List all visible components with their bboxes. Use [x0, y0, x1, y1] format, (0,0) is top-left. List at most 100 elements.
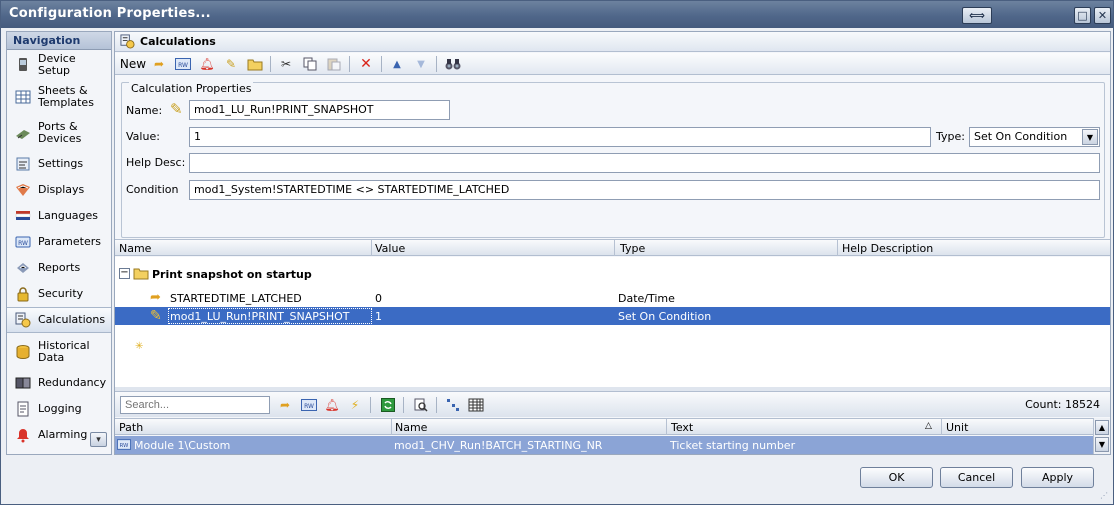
magnifier-icon: [414, 398, 428, 412]
folder-button[interactable]: [246, 56, 264, 72]
nav-item-languages[interactable]: Languages: [7, 203, 111, 229]
nav-item-security[interactable]: Security: [7, 281, 111, 307]
help-desc-field[interactable]: [189, 153, 1100, 173]
result-text: Ticket starting number: [670, 439, 796, 452]
delete-button[interactable]: ✕: [357, 56, 375, 72]
svg-text:RW: RW: [178, 62, 188, 69]
refresh-button[interactable]: [378, 396, 398, 414]
column-separator: [391, 419, 392, 435]
search-result-row[interactable]: RW Module 1\Custom mod1_CHV_Run!BATCH_ST…: [115, 436, 1093, 454]
refresh-icon: [381, 398, 395, 412]
value-field[interactable]: 1: [189, 127, 931, 147]
tree-view-icon: [447, 399, 459, 411]
column-name[interactable]: Name: [395, 421, 427, 434]
settings-icon: [16, 157, 30, 171]
move-down-button[interactable]: ▼: [412, 56, 430, 72]
preview-button[interactable]: [411, 396, 431, 414]
copy-button[interactable]: [301, 56, 319, 72]
nav-item-sheets-templates[interactable]: Sheets & Templates: [7, 82, 111, 112]
toolbar-separator: [370, 397, 371, 413]
folder-icon: [133, 268, 149, 280]
search-input[interactable]: [120, 396, 270, 414]
edit-button[interactable]: ✎: [222, 56, 240, 72]
scissors-icon: ✂: [280, 57, 292, 71]
find-button[interactable]: [444, 56, 462, 72]
calculations-icon: [15, 312, 31, 328]
folder-icon: [247, 59, 263, 70]
resize-grip-icon[interactable]: ⋰: [1100, 491, 1110, 501]
nav-item-ports-devices[interactable]: Ports & Devices: [7, 118, 111, 148]
ports-icon: [16, 130, 30, 139]
results-scrollbar[interactable]: ▲ ▼: [1093, 418, 1110, 454]
column-text[interactable]: Text: [671, 421, 693, 434]
scroll-down-button[interactable]: ▼: [1095, 437, 1109, 452]
title-bar: Configuration Properties... ⟺ □ ✕: [1, 1, 1113, 28]
group-title: Calculation Properties: [129, 82, 254, 95]
pencil-icon: ✎: [170, 100, 183, 118]
close-button[interactable]: ✕: [1094, 7, 1111, 24]
tag-arrow-icon: ➦: [279, 398, 291, 412]
result-name: mod1_CHV_Run!BATCH_STARTING_NR: [394, 439, 603, 452]
tree-view-button[interactable]: [443, 396, 463, 414]
cut-button[interactable]: ✂: [277, 56, 295, 72]
nav-item-settings[interactable]: Settings: [7, 151, 111, 177]
resize-button[interactable]: ⟺: [962, 7, 992, 24]
nav-item-label: Displays: [38, 183, 85, 196]
move-up-button[interactable]: ▲: [388, 56, 406, 72]
panel-title: Calculations: [140, 35, 216, 48]
nav-item-historical-data[interactable]: Historical Data: [7, 337, 111, 367]
group-row[interactable]: − Print snapshot on startup: [115, 265, 1110, 283]
pencil-icon: ✎: [150, 308, 162, 324]
filter-alarms-button[interactable]: 🔔︎: [322, 396, 342, 414]
collapse-icon[interactable]: −: [119, 268, 130, 279]
column-separator: [666, 419, 667, 435]
new-row-icon[interactable]: ✳: [135, 341, 143, 352]
column-path[interactable]: Path: [119, 421, 143, 434]
table-icon: [468, 398, 484, 412]
toolbar-separator: [381, 56, 382, 72]
column-help-description[interactable]: Help Description: [842, 242, 933, 255]
calculations-icon: [120, 34, 135, 49]
nav-item-displays[interactable]: Displays: [7, 177, 111, 203]
column-unit[interactable]: Unit: [946, 421, 968, 434]
filter-events-button[interactable]: ⚡︎: [345, 396, 365, 414]
nav-item-redundancy[interactable]: Redundancy: [7, 370, 111, 396]
add-alarm-button[interactable]: 🔔︎: [198, 56, 216, 72]
filter-parameters-button[interactable]: RW: [299, 396, 319, 414]
ok-button[interactable]: OK: [860, 467, 933, 488]
toolbar: New ➦ RW 🔔︎ ✎ ✂ ✕ ▲ ▼: [115, 53, 1110, 75]
arrow-down-icon: ▼: [417, 58, 425, 70]
chevron-down-icon: ▾: [96, 434, 101, 445]
chevron-down-icon: ▼: [1098, 440, 1106, 449]
nav-item-logging[interactable]: Logging: [7, 396, 111, 422]
nav-item-parameters[interactable]: RW Parameters: [7, 229, 111, 255]
table-row-selected[interactable]: ✎ mod1_LU_Run!PRINT_SNAPSHOT 1 Set On Co…: [115, 307, 1110, 325]
lock-icon: [17, 287, 29, 302]
nav-scroll-down-button[interactable]: ▾: [90, 432, 107, 447]
new-button[interactable]: New: [119, 56, 147, 72]
nav-item-device-setup[interactable]: Device Setup: [7, 52, 111, 78]
nav-item-reports[interactable]: Reports: [7, 255, 111, 281]
add-tag-button[interactable]: ➦: [150, 56, 168, 72]
condition-field[interactable]: mod1_System!STARTEDTIME <> STARTEDTIME_L…: [189, 180, 1100, 200]
row-name: STARTEDTIME_LATCHED: [170, 292, 302, 305]
name-field[interactable]: mod1_LU_Run!PRINT_SNAPSHOT: [189, 100, 450, 120]
column-name[interactable]: Name: [119, 242, 151, 255]
column-separator: [837, 240, 838, 256]
row-type: Date/Time: [618, 292, 675, 305]
maximize-button[interactable]: □: [1074, 7, 1091, 24]
add-parameter-button[interactable]: RW: [174, 56, 192, 72]
column-type[interactable]: Type: [620, 242, 645, 255]
type-select[interactable]: Set On Condition ▼: [969, 127, 1100, 147]
result-count: Count: 18524: [1025, 398, 1100, 411]
paste-button[interactable]: [325, 56, 343, 72]
scroll-up-button[interactable]: ▲: [1095, 420, 1109, 435]
nav-item-calculations[interactable]: Calculations: [7, 307, 111, 333]
apply-button[interactable]: Apply: [1021, 467, 1094, 488]
row-type: Set On Condition: [618, 310, 712, 323]
table-view-button[interactable]: [466, 396, 486, 414]
filter-tags-button[interactable]: ➦: [275, 396, 295, 414]
column-value[interactable]: Value: [375, 242, 405, 255]
cancel-button[interactable]: Cancel: [940, 467, 1013, 488]
table-row[interactable]: ➦ STARTEDTIME_LATCHED 0 Date/Time: [115, 289, 1110, 307]
